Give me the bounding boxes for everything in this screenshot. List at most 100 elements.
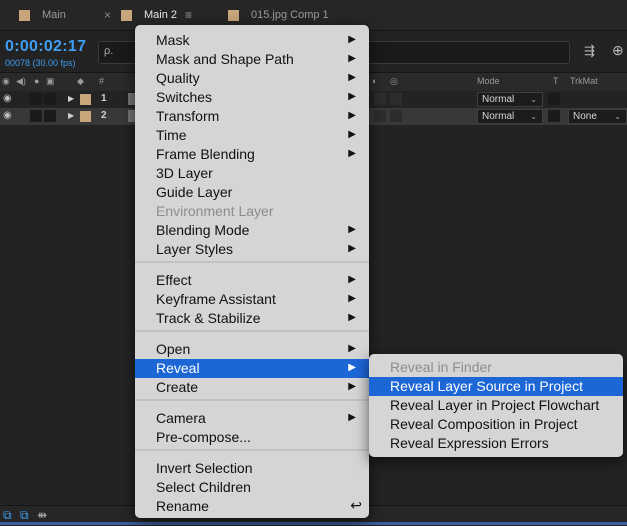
menu-item-guide-layer[interactable]: Guide Layer <box>135 183 369 202</box>
solo-switch[interactable] <box>30 110 42 122</box>
submenu-arrow-icon: ▶ <box>348 91 356 102</box>
tab-label: 015.jpg Comp 1 <box>251 9 329 21</box>
menu-item-blending-mode[interactable]: Blending Mode ▶ <box>135 221 369 240</box>
menu-item-reveal[interactable]: Reveal ▶ <box>135 359 369 378</box>
chevron-down-icon: ⌄ <box>614 112 621 121</box>
composition-flowchart-icon[interactable]: ⇶ <box>584 43 595 59</box>
submenu-item-label: Reveal Layer in Project Flowchart <box>390 397 600 413</box>
expand-triangle-icon[interactable]: ▶ <box>68 94 74 103</box>
label-tag-icon: ◆ <box>77 76 84 86</box>
menu-item-mask[interactable]: Mask ▶ <box>135 31 369 50</box>
label-color-swatch[interactable] <box>80 111 91 122</box>
submenu-arrow-icon: ▶ <box>348 110 356 121</box>
blend-mode-select[interactable]: Normal ⌄ <box>477 109 543 124</box>
menu-item-layer-styles[interactable]: Layer Styles ▶ <box>135 240 369 259</box>
submenu-item-reveal-in-finder: Reveal in Finder <box>369 358 623 377</box>
3d-layer-switch[interactable] <box>390 110 402 122</box>
solo-switch[interactable] <box>30 93 42 105</box>
expand-triangle-icon[interactable]: ▶ <box>68 111 74 120</box>
menu-item-effect[interactable]: Effect ▶ <box>135 271 369 290</box>
motion-blur-switch[interactable] <box>374 110 386 122</box>
trkmat-header: TrkMat <box>570 76 598 86</box>
menu-item-quality[interactable]: Quality ▶ <box>135 69 369 88</box>
layer-number-header: # <box>99 76 105 86</box>
comp-color-swatch <box>19 9 30 21</box>
lock-switch[interactable] <box>44 93 56 105</box>
blend-mode-value: Normal <box>482 94 515 105</box>
current-time-display[interactable]: 0:00:02:17 <box>5 38 86 56</box>
menu-item-open[interactable]: Open ▶ <box>135 340 369 359</box>
blend-mode-value: Normal <box>482 111 515 122</box>
menu-item-select-children[interactable]: Select Children <box>135 478 369 497</box>
menu-separator <box>135 449 369 451</box>
draft-3d-icon[interactable]: ⊕ <box>612 42 624 59</box>
menu-item-create[interactable]: Create ▶ <box>135 378 369 397</box>
submenu-arrow-icon: ▶ <box>348 381 356 392</box>
menu-item-label: 3D Layer <box>156 165 213 181</box>
menu-item-frame-blending[interactable]: Frame Blending ▶ <box>135 145 369 164</box>
menu-item-mask-and-shape-path[interactable]: Mask and Shape Path ▶ <box>135 50 369 69</box>
blend-mode-select[interactable]: Normal ⌄ <box>477 92 543 107</box>
eye-icon[interactable]: ◉ <box>3 93 12 104</box>
close-icon[interactable]: × <box>104 8 111 22</box>
menu-item-label: Select Children <box>156 479 251 495</box>
audio-icon: ◀) <box>16 76 26 86</box>
menu-item-transform[interactable]: Transform ▶ <box>135 107 369 126</box>
label-color-swatch[interactable] <box>80 94 91 105</box>
menu-item-track-stabilize[interactable]: Track & Stabilize ▶ <box>135 309 369 328</box>
submenu-arrow-icon: ▶ <box>348 148 356 159</box>
menu-item-keyframe-assistant[interactable]: Keyframe Assistant ▶ <box>135 290 369 309</box>
menu-item-label: Open <box>156 341 191 357</box>
submenu-arrow-icon: ▶ <box>348 412 356 423</box>
submenu-item-label: Reveal in Finder <box>390 359 492 375</box>
menu-item-label: Layer Styles <box>156 241 234 257</box>
menu-item-label: Mask <box>156 32 190 48</box>
menu-item-label: Environment Layer <box>156 203 274 219</box>
t-header: T <box>553 76 559 86</box>
menu-item-3d-layer[interactable]: 3D Layer <box>135 164 369 183</box>
menu-item-camera[interactable]: Camera ▶ <box>135 409 369 428</box>
menu-item-label: Camera <box>156 410 206 426</box>
menu-item-label: Blending Mode <box>156 222 250 238</box>
layer-number: 1 <box>101 93 107 104</box>
comp-color-swatch <box>228 9 239 21</box>
submenu-item-reveal-expression-errors[interactable]: Reveal Expression Errors <box>369 434 623 453</box>
menu-item-label: Effect <box>156 272 192 288</box>
submenu-arrow-icon: ▶ <box>348 53 356 64</box>
menu-item-time[interactable]: Time ▶ <box>135 126 369 145</box>
menu-item-label: Switches <box>156 89 213 105</box>
menu-item-label: Track & Stabilize <box>156 310 261 326</box>
track-matte-value: None <box>573 111 597 122</box>
menu-item-label: Quality <box>156 70 200 86</box>
preserve-transparency-switch[interactable] <box>548 110 560 122</box>
submenu-item-reveal-composition-in-project[interactable]: Reveal Composition in Project <box>369 415 623 434</box>
menu-item-label: Time <box>156 127 187 143</box>
submenu-item-reveal-layer-in-project-flowchart[interactable]: Reveal Layer in Project Flowchart <box>369 396 623 415</box>
mode-header: Mode <box>477 76 500 86</box>
menu-item-label: Guide Layer <box>156 184 233 200</box>
menu-item-pre-compose[interactable]: Pre-compose... <box>135 428 369 447</box>
submenu-item-label: Reveal Layer Source in Project <box>390 378 583 394</box>
menu-separator <box>135 330 369 332</box>
submenu-arrow-icon: ▶ <box>348 312 356 323</box>
track-matte-select[interactable]: None ⌄ <box>568 109 627 124</box>
toggle-layer-switches-icon[interactable]: ⧉ <box>3 508 12 523</box>
lock-switch[interactable] <box>44 110 56 122</box>
menu-item-label: Frame Blending <box>156 146 255 162</box>
menu-item-switches[interactable]: Switches ▶ <box>135 88 369 107</box>
motion-blur-switch[interactable] <box>374 93 386 105</box>
menu-item-rename[interactable]: Rename ↩ <box>135 497 369 516</box>
chevron-down-icon: ⌄ <box>530 95 537 104</box>
submenu-item-reveal-layer-source-in-project[interactable]: Reveal Layer Source in Project <box>369 377 623 396</box>
toggle-in-out-icon[interactable]: ⇻ <box>37 508 47 522</box>
tab-main[interactable]: Main <box>19 0 66 30</box>
menu-item-invert-selection[interactable]: Invert Selection <box>135 459 369 478</box>
toggle-transfer-controls-icon[interactable]: ⧉ <box>20 508 29 523</box>
preserve-transparency-switch[interactable] <box>548 93 560 105</box>
submenu-arrow-icon: ▶ <box>348 243 356 254</box>
menu-item-label: Create <box>156 379 199 395</box>
hamburger-icon[interactable]: ≡ <box>185 8 192 22</box>
3d-layer-switch[interactable] <box>390 93 402 105</box>
comp-color-swatch <box>121 9 133 21</box>
eye-icon[interactable]: ◉ <box>3 110 12 121</box>
